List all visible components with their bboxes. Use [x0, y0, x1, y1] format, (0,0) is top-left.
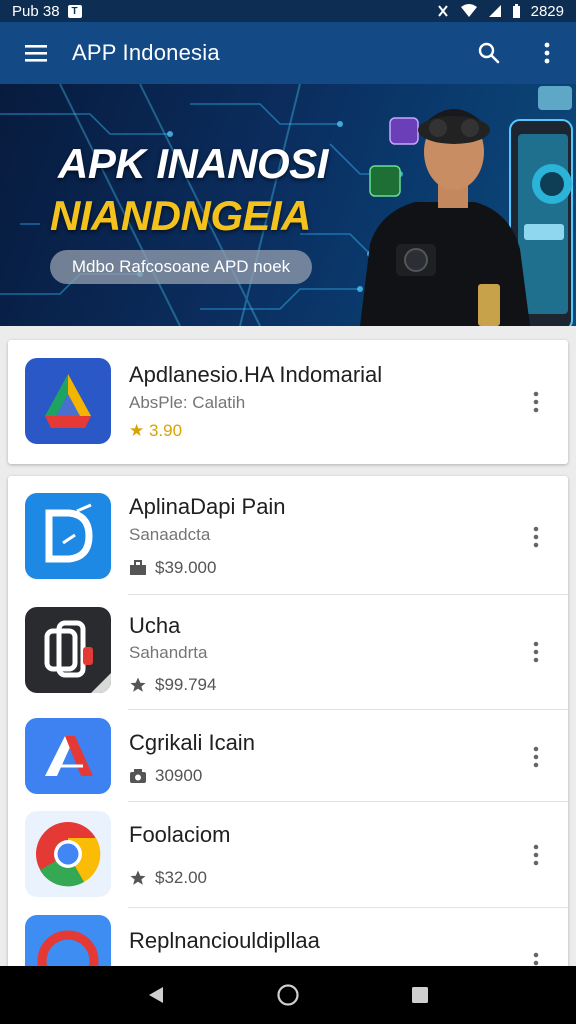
- featured-app-name: Apdlanesio.HA Indomarial: [129, 362, 383, 387]
- status-time: Pub 38: [12, 2, 60, 20]
- app-name: AplinaDapi Pain: [129, 494, 286, 519]
- list-item[interactable]: Foolaciom $32.00: [8, 802, 568, 908]
- status-right-text: 2829: [530, 2, 564, 20]
- app-price: $99.794: [155, 675, 217, 694]
- battery-icon: [512, 3, 520, 18]
- list-item[interactable]: Ucha Sahandrta $99.794: [8, 595, 568, 710]
- back-icon: [149, 987, 163, 1003]
- drive-icon: [25, 358, 111, 444]
- back-button[interactable]: [126, 966, 186, 1024]
- search-icon: [478, 42, 500, 64]
- featured-app-rating: ★ 3.90: [129, 421, 183, 440]
- app-meta: $99.794: [129, 675, 216, 695]
- more-vert-icon: [533, 526, 539, 548]
- banner-headline: APK INANOSI: [58, 140, 328, 187]
- app-subtitle: Sahandrta: [129, 643, 208, 662]
- more-vert-icon: [533, 746, 539, 768]
- signal-icon: [488, 5, 501, 17]
- briefcase-icon: [130, 560, 146, 575]
- app-meta: $39.000: [129, 558, 216, 578]
- status-bar: Pub 38 T 2829: [0, 0, 576, 22]
- list-item[interactable]: Cgrikali Icain 30900: [8, 710, 568, 802]
- app-name: Ucha: [129, 613, 181, 638]
- promo-banner[interactable]: APK INANOSI NIANDNGEIA Mdbo Rafcosoane A…: [0, 84, 576, 326]
- navigation-bar: [0, 966, 576, 1024]
- more-button[interactable]: [524, 520, 548, 554]
- app-bar: APP Indonesia: [0, 22, 576, 84]
- app-subtitle: Sanaadcta: [129, 525, 211, 544]
- menu-button[interactable]: [0, 22, 72, 84]
- app-name: Foolaciom: [129, 822, 231, 847]
- notification-icon: T: [67, 4, 82, 18]
- vibrate-icon: [437, 5, 448, 17]
- app-name: Replnanciouldipllaa: [129, 928, 320, 953]
- d-app-icon: [25, 493, 111, 579]
- more-vert-icon: [544, 42, 550, 64]
- more-vert-icon: [533, 391, 539, 413]
- app-name: Cgrikali Icain: [129, 730, 255, 755]
- menu-icon: [25, 45, 47, 62]
- app-meta: 30900: [129, 766, 202, 786]
- banner-cta-button[interactable]: Mdbo Rafcosoane APD noek: [50, 250, 312, 284]
- star-icon: [130, 870, 146, 885]
- more-button[interactable]: [524, 740, 548, 774]
- banner-subheadline: NIANDNGEIA: [50, 192, 312, 239]
- featured-app-subtitle: AbsPle: Calatih: [129, 393, 246, 412]
- banner-person-illustration: [360, 86, 573, 326]
- app-title: APP Indonesia: [72, 40, 220, 65]
- app-price: $39.000: [155, 558, 217, 577]
- camera-icon: [130, 769, 146, 783]
- wifi-icon: [460, 4, 477, 17]
- more-button[interactable]: [524, 838, 548, 872]
- featured-more-button[interactable]: [524, 385, 548, 419]
- a-app-icon: [25, 718, 111, 794]
- home-button[interactable]: [258, 966, 318, 1024]
- app-list: AplinaDapi Pain Sanaadcta $39.000 Ucha S…: [8, 476, 568, 976]
- list-item[interactable]: AplinaDapi Pain Sanaadcta $39.000: [8, 476, 568, 595]
- search-button[interactable]: [460, 22, 518, 84]
- app-price: $32.00: [155, 868, 207, 887]
- home-icon: [277, 984, 299, 1006]
- recents-icon: [412, 987, 428, 1003]
- chrome-icon: [25, 811, 111, 897]
- app-price: 30900: [155, 766, 203, 785]
- more-vert-icon: [533, 844, 539, 866]
- more-vert-icon: [533, 641, 539, 663]
- more-button[interactable]: [524, 635, 548, 669]
- recents-button[interactable]: [390, 966, 450, 1024]
- overflow-menu-button[interactable]: [518, 22, 576, 84]
- featured-app-card[interactable]: Apdlanesio.HA Indomarial AbsPle: Calatih…: [8, 340, 568, 464]
- star-icon: [130, 677, 146, 692]
- dark-app-icon: [25, 607, 111, 693]
- app-meta: $32.00: [129, 868, 207, 888]
